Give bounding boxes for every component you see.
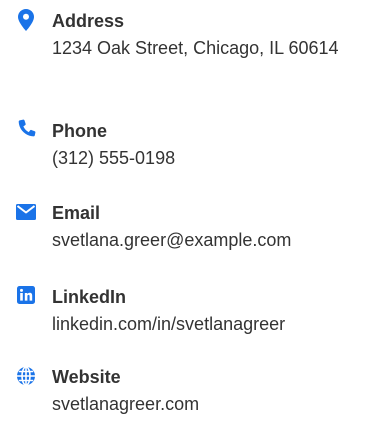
contact-website: Website svetlanagreer.com bbox=[0, 364, 373, 418]
contact-value: svetlana.greer@example.com bbox=[52, 230, 292, 250]
contact-linkedin: LinkedIn linkedin.com/in/svetlanagreer bbox=[0, 284, 373, 338]
contact-value: 1234 Oak Street, Chicago, IL 60614 bbox=[52, 38, 339, 58]
phone-icon bbox=[0, 118, 52, 139]
envelope-icon bbox=[0, 200, 52, 220]
contact-list: Address 1234 Oak Street, Chicago, IL 606… bbox=[0, 0, 373, 421]
contact-phone: Phone (312) 555-0198 bbox=[0, 118, 373, 172]
contact-value: (312) 555-0198 bbox=[52, 148, 176, 168]
contact-label: Email bbox=[52, 203, 101, 223]
contact-label: LinkedIn bbox=[52, 287, 127, 307]
contact-label: Website bbox=[52, 367, 121, 387]
contact-address: Address 1234 Oak Street, Chicago, IL 606… bbox=[0, 8, 373, 62]
linkedin-icon bbox=[0, 284, 52, 304]
globe-icon bbox=[0, 364, 52, 386]
contact-value: linkedin.com/in/svetlanagreer bbox=[52, 314, 286, 334]
contact-label: Address bbox=[52, 11, 125, 31]
contact-email: Email svetlana.greer@example.com bbox=[0, 200, 373, 254]
map-marker-icon bbox=[0, 8, 52, 31]
contact-label: Phone bbox=[52, 121, 108, 141]
contact-value: svetlanagreer.com bbox=[52, 394, 200, 414]
